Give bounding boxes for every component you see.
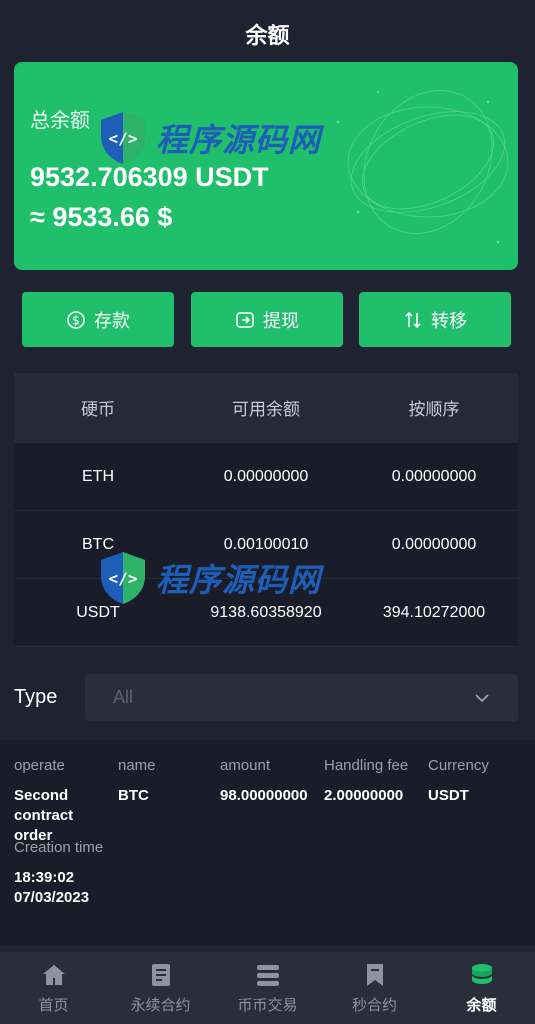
balance-usdt-value: 9532.706309 USDT <box>30 162 269 192</box>
coins-stack-icon <box>471 963 492 984</box>
globe-decoration-icon <box>336 90 509 244</box>
total-balance-label: 总余额 <box>30 110 90 132</box>
tab-home[interactable]: 首页 <box>0 952 107 1024</box>
withdraw-icon <box>236 311 254 328</box>
in-order-balance: 394.10272000 <box>382 603 486 621</box>
tab-second-contract-label: 秒合约 <box>351 996 397 1014</box>
chevron-down-icon <box>475 693 489 702</box>
page-title: 余额 <box>245 23 290 48</box>
column-in-order: 按顺序 <box>408 400 460 419</box>
operate-value: Second contract order <box>14 787 74 844</box>
available-balance: 0.00000000 <box>223 467 309 485</box>
transfer-arrows-icon <box>405 311 421 328</box>
available-balance: 9138.60358920 <box>210 603 322 621</box>
type-select[interactable]: All <box>85 674 518 721</box>
tab-spot-trading[interactable]: 币币交易 <box>214 952 321 1024</box>
tab-balance[interactable]: 余额 <box>428 952 535 1024</box>
asset-table: 硬币 可用余额 按顺序 ETH 0.00000000 0.00000000 BT… <box>14 373 518 647</box>
home-icon <box>42 964 65 985</box>
in-order-balance: 0.00000000 <box>391 467 477 485</box>
tab-perpetual-contract-label: 永续合约 <box>130 996 191 1014</box>
withdraw-button[interactable]: 提现 <box>191 292 343 347</box>
table-row[interactable]: ETH 0.00000000 0.00000000 <box>14 443 518 511</box>
record-item: operate Second contract order name BTC a… <box>0 740 535 945</box>
fee-header: Handling fee <box>324 757 409 774</box>
coin-name: BTC <box>82 535 114 553</box>
time-header: Creation time <box>14 839 104 856</box>
bottom-tab-bar: 首页 永续合约 币币交易 秒合约 余额 <box>0 952 535 1024</box>
column-available: 可用余额 <box>232 400 300 419</box>
amount-header: amount <box>220 757 271 774</box>
type-filter-label: Type <box>14 686 58 708</box>
bookmark-icon <box>366 963 383 986</box>
withdraw-label: 提现 <box>263 310 299 331</box>
amount-value: 98.00000000 <box>220 787 308 804</box>
contract-doc-icon <box>151 963 170 986</box>
svg-text:$: $ <box>72 313 80 327</box>
table-row[interactable]: USDT 9138.60358920 394.10272000 <box>14 579 518 647</box>
deposit-button[interactable]: $ 存款 <box>22 292 174 347</box>
currency-value: USDT <box>428 787 469 804</box>
column-coin: 硬币 <box>81 400 115 419</box>
time-value: 18:39:02 07/03/2023 <box>14 869 90 906</box>
tab-balance-label: 余额 <box>466 996 497 1014</box>
currency-header: Currency <box>428 757 489 774</box>
coin-name: USDT <box>76 603 120 621</box>
fee-value: 2.00000000 <box>324 787 404 804</box>
operate-header: operate <box>14 757 65 774</box>
tab-perpetual-contract[interactable]: 永续合约 <box>107 952 214 1024</box>
dollar-circle-icon: $ <box>67 310 85 329</box>
deposit-label: 存款 <box>94 310 130 331</box>
type-select-value: All <box>113 687 134 707</box>
coin-name: ETH <box>82 467 114 485</box>
tab-spot-trading-label: 币币交易 <box>237 996 298 1014</box>
name-header: name <box>118 757 156 774</box>
tab-second-contract[interactable]: 秒合约 <box>321 952 428 1024</box>
balance-usd-value: ≈ 9533.66 $ <box>30 202 173 232</box>
balance-card: 总余额 9532.706309 USDT ≈ 9533.66 $ <box>14 62 518 270</box>
available-balance: 0.00100010 <box>223 535 309 553</box>
asset-table-header: 硬币 可用余额 按顺序 <box>14 373 518 443</box>
tab-home-label: 首页 <box>38 996 69 1014</box>
in-order-balance: 0.00000000 <box>391 535 477 553</box>
transfer-button[interactable]: 转移 <box>359 292 511 347</box>
transfer-label: 转移 <box>431 310 467 331</box>
name-value: BTC <box>118 787 149 804</box>
exchange-icon <box>256 964 279 986</box>
table-row[interactable]: BTC 0.00100010 0.00000000 <box>14 511 518 579</box>
